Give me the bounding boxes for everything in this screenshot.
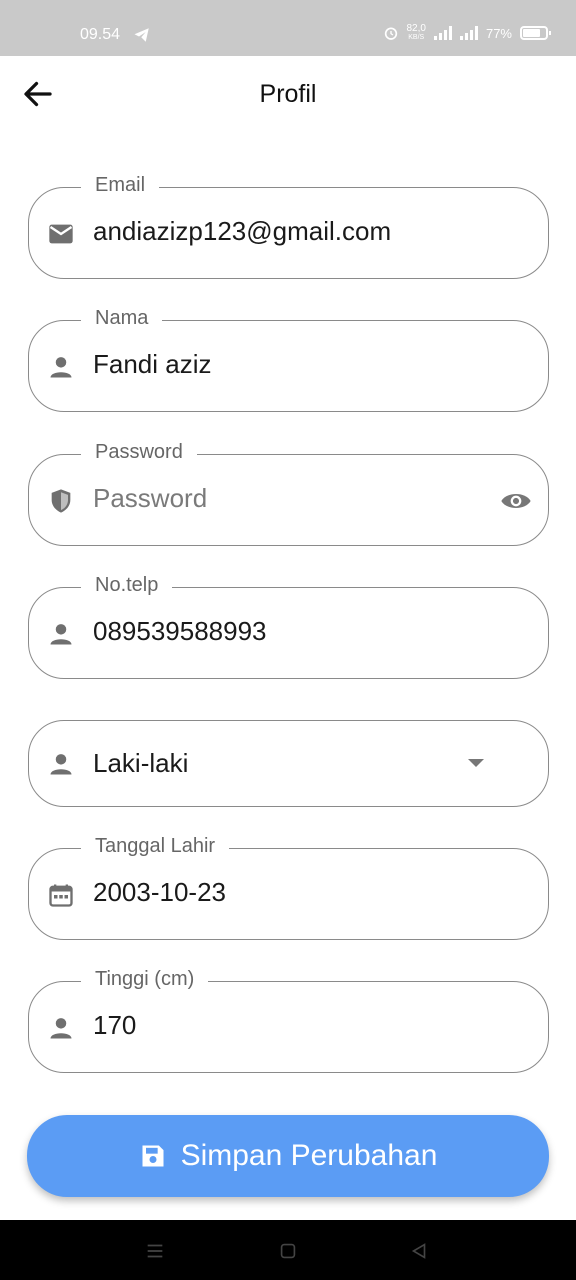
save-icon [142,1145,164,1167]
status-time: 09.54 [80,26,121,43]
gender-value: Laki-laki [93,748,189,778]
height-value: 170 [93,1010,137,1040]
app-bar: Profil [0,56,576,132]
system-nav-bar [0,1220,576,1280]
speed-value: 82,0 [406,23,426,34]
person-icon [50,624,72,645]
name-field[interactable]: Nama Fandi aziz [28,307,549,412]
phone-field[interactable]: No.telp 089539588993 [28,574,549,679]
eye-icon[interactable] [500,487,532,515]
birth-date-label: Tanggal Lahir [81,835,230,858]
save-changes-button[interactable]: Simpan Perubahan [27,1115,549,1197]
password-label: Password [81,441,197,464]
home-icon[interactable] [277,1240,299,1262]
birth-date-field[interactable]: Tanggal Lahir 2003-10-23 [28,835,549,940]
signal-icon [433,26,452,40]
status-bar: 09.54 82,0 KB/S 77% [0,0,576,56]
calendar-icon [49,884,73,907]
page-title: Profil [259,80,317,108]
phone-label: No.telp [81,574,173,597]
email-value: andiazizp123@gmail.com [93,216,392,246]
network-speed: 82,0 KB/S [407,24,426,42]
person-icon [50,1018,72,1039]
person-icon [50,357,72,378]
telegram-icon [134,28,149,42]
menu-icon[interactable] [144,1240,166,1262]
gender-dropdown[interactable]: Laki-laki [28,720,549,807]
mail-icon [49,224,73,244]
height-field[interactable]: Tinggi (cm) 170 [28,968,549,1073]
save-button-label: Simpan Perubahan [180,1139,438,1172]
battery-icon [520,26,551,40]
password-placeholder: Password [93,483,208,513]
email-label: Email [81,174,160,197]
phone-value: 089539588993 [93,616,267,646]
battery-percent: 77% [485,25,512,41]
shield-icon [51,489,71,513]
signal-4g-icon [459,26,478,40]
height-label: Tinggi (cm) [81,968,209,991]
name-value: Fandi aziz [93,349,212,379]
email-field[interactable]: Email andiazizp123@gmail.com [28,174,549,279]
person-icon [50,754,72,775]
back-triangle-icon[interactable] [408,1240,430,1262]
birth-date-value: 2003-10-23 [93,877,226,907]
speed-unit: KB/S [408,34,425,41]
alarm-icon [384,27,397,40]
name-label: Nama [81,307,163,330]
password-field[interactable]: Password Password [28,441,549,546]
chevron-down-icon[interactable] [468,759,484,767]
